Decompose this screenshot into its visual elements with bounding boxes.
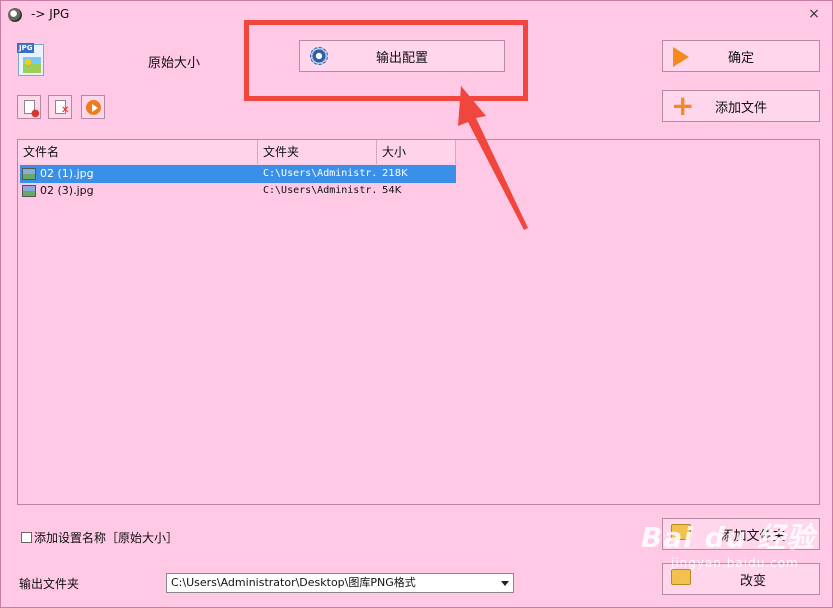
chevron-down-icon bbox=[501, 581, 509, 586]
add-setting-name-checkbox[interactable] bbox=[21, 532, 32, 543]
confirm-button[interactable]: 确定 bbox=[662, 40, 820, 72]
table-row[interactable]: 02 (3).jpg C:\Users\Administr... 54K bbox=[20, 182, 456, 200]
close-button[interactable]: × bbox=[806, 6, 822, 22]
image-file-icon bbox=[22, 185, 36, 197]
column-header-filename[interactable]: 文件名 bbox=[18, 140, 258, 164]
add-folder-button[interactable]: 添加文件夹 bbox=[662, 518, 820, 550]
column-header-size[interactable]: 大小 bbox=[377, 140, 456, 164]
file-folder: C:\Users\Administr... bbox=[263, 185, 378, 196]
change-button[interactable]: 改变 bbox=[662, 563, 820, 595]
file-folder: C:\Users\Administr... bbox=[263, 168, 378, 179]
start-button[interactable] bbox=[81, 95, 105, 119]
table-row[interactable]: 02 (1).jpg C:\Users\Administr... 218K bbox=[20, 165, 456, 183]
output-config-button[interactable]: 输出配置 bbox=[299, 40, 505, 72]
image-file-icon bbox=[22, 168, 36, 180]
file-size: 218K bbox=[382, 168, 408, 179]
window-title: -> JPG bbox=[31, 7, 70, 21]
output-folder-label: 输出文件夹 bbox=[19, 577, 80, 591]
jpg-format-icon: JPG bbox=[17, 43, 44, 76]
converter-window: -> JPG × JPG 原始大小 ● ✕ 输出配置 确定 + 添加文件 文件名… bbox=[0, 0, 833, 608]
add-setting-name-label: 添加设置名称［原始大小］ bbox=[34, 531, 179, 545]
clear-list-button[interactable]: ✕ bbox=[48, 95, 72, 119]
preset-label: 原始大小 bbox=[148, 56, 201, 71]
add-file-button[interactable]: + 添加文件 bbox=[662, 90, 820, 122]
file-name: 02 (1).jpg bbox=[40, 167, 94, 180]
file-name: 02 (3).jpg bbox=[40, 184, 94, 197]
remove-file-button[interactable]: ● bbox=[17, 95, 41, 119]
file-list-header: 文件名 文件夹 大小 bbox=[18, 140, 456, 164]
output-folder-path: C:\Users\Administrator\Desktop\图库PNG格式 bbox=[171, 576, 416, 589]
add-setting-name-option[interactable]: 添加设置名称［原始大小］ bbox=[21, 529, 178, 546]
app-icon bbox=[8, 8, 22, 22]
column-header-folder[interactable]: 文件夹 bbox=[258, 140, 377, 164]
file-list[interactable]: 文件名 文件夹 大小 02 (1).jpg C:\Users\Administr… bbox=[17, 139, 820, 505]
file-size: 54K bbox=[382, 185, 402, 196]
title-bar: -> JPG × bbox=[1, 1, 832, 29]
output-folder-select[interactable]: C:\Users\Administrator\Desktop\图库PNG格式 bbox=[166, 573, 514, 593]
